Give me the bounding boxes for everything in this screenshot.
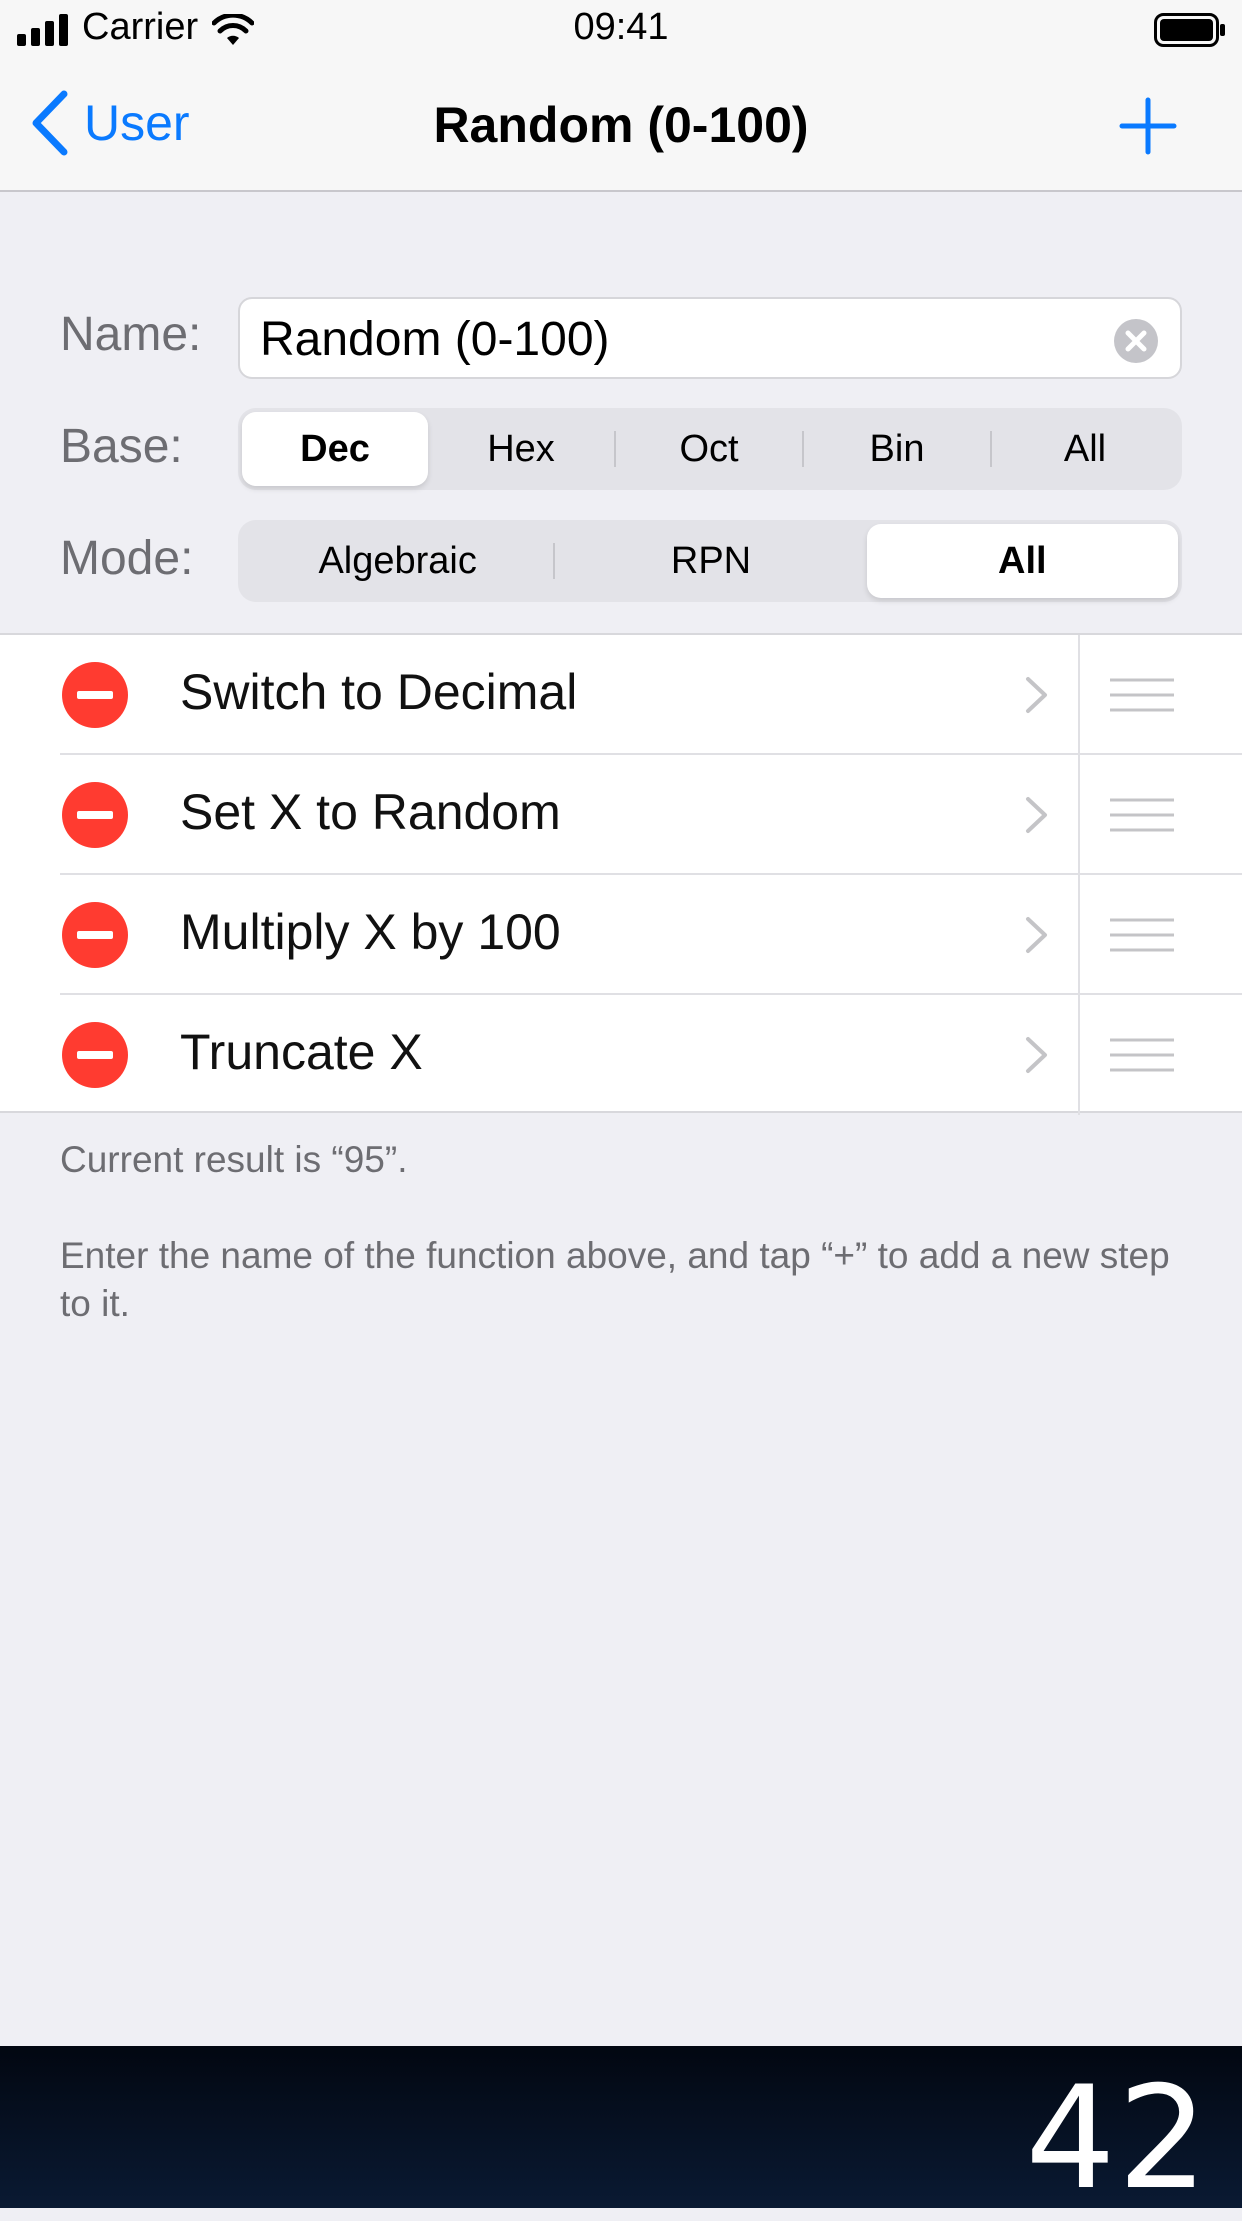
step-row[interactable]: Truncate X	[0, 995, 1242, 1115]
chevron-right-icon[interactable]	[1024, 675, 1050, 715]
base-option-dec[interactable]: Dec	[242, 412, 428, 486]
mode-segmented-control: Algebraic RPN All	[238, 520, 1182, 602]
reorder-divider	[1078, 875, 1080, 995]
page-title: Random (0-100)	[433, 97, 809, 153]
add-step-button[interactable]	[1118, 96, 1178, 156]
name-label: Name:	[60, 308, 202, 361]
mode-option-all[interactable]: All	[866, 524, 1178, 598]
chevron-right-icon[interactable]	[1024, 795, 1050, 835]
step-row[interactable]: Set X to Random	[0, 755, 1242, 875]
base-label: Base:	[60, 420, 183, 473]
status-bar: Carrier 09:41	[0, 0, 1242, 58]
reorder-handle-icon[interactable]	[1110, 797, 1174, 833]
base-segmented-control: Dec Hex Oct Bin All	[238, 408, 1182, 490]
mode-label: Mode:	[60, 532, 194, 585]
display-value: 42	[1025, 2056, 1210, 2221]
reorder-handle-icon[interactable]	[1110, 917, 1174, 953]
delete-step-icon[interactable]	[62, 902, 128, 968]
reorder-divider	[1078, 755, 1080, 875]
current-result-text: Current result is “95”.	[60, 1139, 408, 1180]
steps-list: Switch to Decimal Set X to Random Multip…	[0, 633, 1242, 1115]
clear-text-icon[interactable]	[1114, 319, 1158, 363]
reorder-divider	[1078, 995, 1080, 1115]
step-label: Truncate X	[180, 1024, 423, 1080]
chevron-right-icon[interactable]	[1024, 915, 1050, 955]
base-option-all[interactable]: All	[992, 412, 1178, 486]
delete-step-icon[interactable]	[62, 1022, 128, 1088]
step-label: Set X to Random	[180, 784, 561, 840]
name-field[interactable]	[238, 297, 1182, 379]
reorder-handle-icon[interactable]	[1110, 677, 1174, 713]
delete-step-icon[interactable]	[62, 782, 128, 848]
step-label: Multiply X by 100	[180, 904, 561, 960]
reorder-handle-icon[interactable]	[1110, 1037, 1174, 1073]
mode-option-rpn[interactable]: RPN	[555, 524, 866, 598]
step-row[interactable]: Multiply X by 100	[0, 875, 1242, 995]
base-option-oct[interactable]: Oct	[616, 412, 802, 486]
name-input[interactable]	[260, 309, 1080, 369]
chevron-right-icon[interactable]	[1024, 1035, 1050, 1075]
step-row[interactable]: Switch to Decimal	[0, 635, 1242, 755]
base-option-bin[interactable]: Bin	[804, 412, 990, 486]
base-option-hex[interactable]: Hex	[428, 412, 614, 486]
hint-text: Enter the name of the function above, an…	[60, 1235, 1170, 1324]
status-time: 09:41	[573, 6, 669, 48]
calculator-display: 42	[0, 2046, 1242, 2221]
mode-option-algebraic[interactable]: Algebraic	[242, 524, 553, 598]
delete-step-icon[interactable]	[62, 662, 128, 728]
battery-icon	[1154, 13, 1225, 47]
navigation-bar: User Random (0-100)	[0, 58, 1242, 192]
reorder-divider	[1078, 635, 1080, 755]
step-label: Switch to Decimal	[180, 664, 578, 720]
